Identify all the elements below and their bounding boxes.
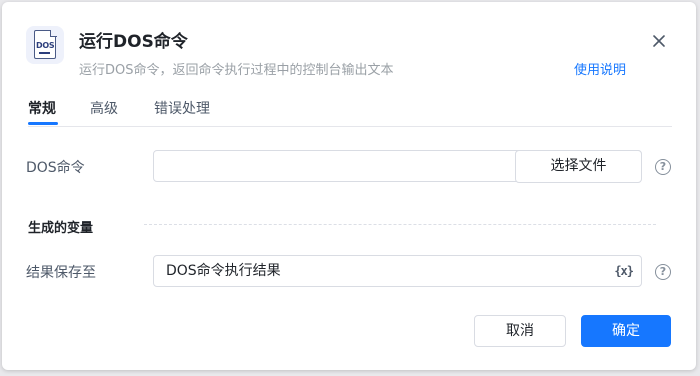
help-icon[interactable]: ? <box>655 264 671 280</box>
tab-general[interactable]: 常规 <box>28 98 56 118</box>
dos-icon-text: DOS <box>36 41 55 50</box>
tab-advanced[interactable]: 高级 <box>90 98 118 118</box>
dos-command-label: DOS命令 <box>26 160 85 176</box>
generated-variables-heading: 生成的变量 <box>28 221 94 236</box>
run-dos-command-dialog: DOS 运行DOS命令 运行DOS命令，返回命令执行过程中的控制台输出文本 使用… <box>2 2 696 370</box>
cancel-button[interactable]: 取消 <box>474 315 566 347</box>
active-tab-indicator <box>28 122 58 125</box>
confirm-button[interactable]: 确定 <box>581 315 671 347</box>
tab-bar: 常规 高级 错误处理 <box>28 98 672 127</box>
help-icon[interactable]: ? <box>655 159 671 175</box>
close-icon[interactable] <box>650 32 668 50</box>
choose-file-button[interactable]: 选择文件 <box>515 150 642 183</box>
help-link[interactable]: 使用说明 <box>574 59 626 78</box>
dialog-subtitle: 运行DOS命令，返回命令执行过程中的控制台输出文本 <box>79 63 394 78</box>
dos-file-icon: DOS <box>26 26 64 64</box>
section-divider <box>144 224 656 225</box>
tab-error-handling[interactable]: 错误处理 <box>154 98 210 118</box>
save-result-input[interactable]: DOS命令执行结果 {x} <box>153 255 642 287</box>
save-result-value: DOS命令执行结果 <box>166 263 281 279</box>
dialog-title: 运行DOS命令 <box>79 32 188 52</box>
variable-insert-icon[interactable]: {x} <box>614 256 634 286</box>
save-result-label: 结果保存至 <box>26 265 96 281</box>
